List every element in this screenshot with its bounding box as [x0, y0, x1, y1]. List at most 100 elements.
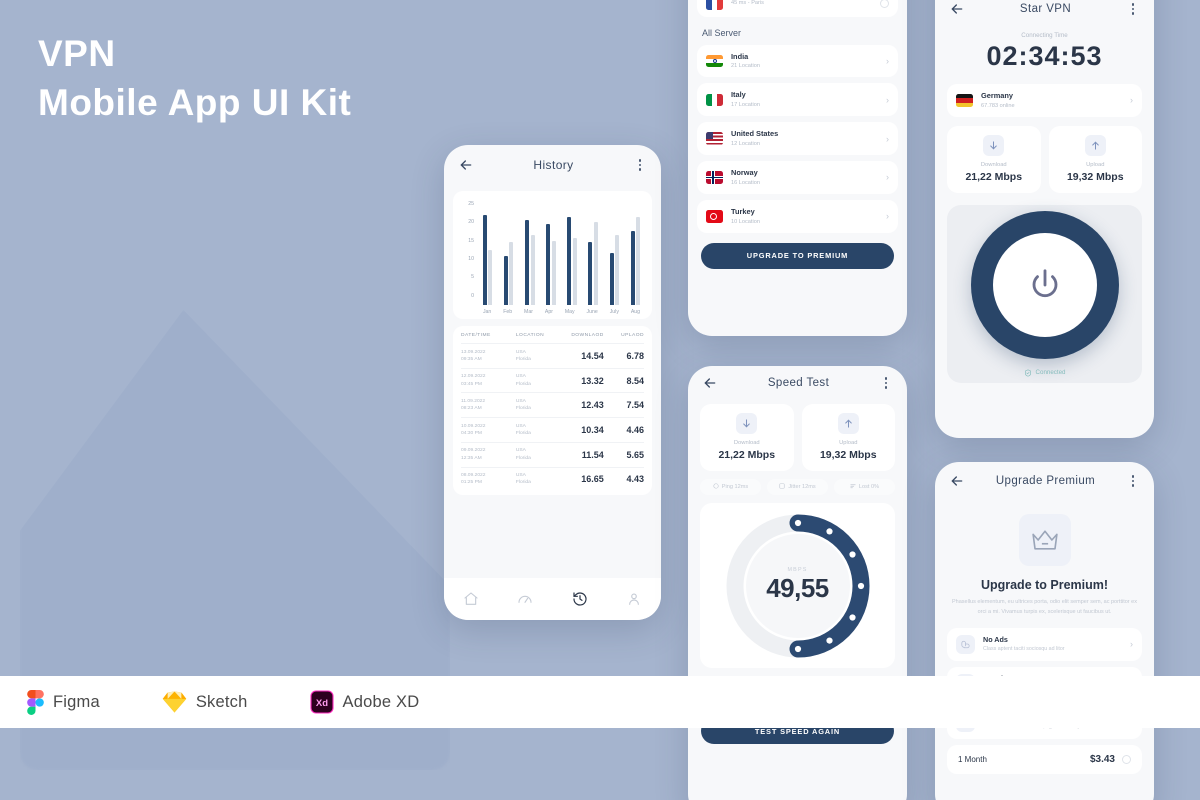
y-tick: 0: [471, 292, 474, 299]
more-options-icon[interactable]: [879, 377, 893, 389]
flag-united-states-icon: [706, 132, 723, 145]
row-upload: 4.46: [626, 425, 644, 436]
x-tick: May: [564, 309, 575, 315]
bar-upload: [551, 240, 556, 305]
row-country: USA: [515, 448, 526, 454]
server-radio[interactable]: [880, 0, 889, 8]
profile-icon[interactable]: [626, 591, 642, 607]
row-country: USA: [515, 473, 526, 479]
server-sub: 45 ms - Paris: [731, 0, 764, 7]
bar-group: [482, 214, 493, 305]
home-icon[interactable]: [463, 591, 479, 607]
bar-download: [525, 220, 530, 305]
row-city: Florida: [515, 381, 531, 387]
row-country: USA: [515, 349, 526, 355]
row-upload: 8.54: [626, 375, 644, 386]
row-time: 01:25 PM: [461, 480, 482, 486]
more-options-icon[interactable]: [1126, 475, 1140, 487]
server-row[interactable]: India 21 Location ›: [697, 44, 898, 78]
plan-card-1-month[interactable]: 1 Month $3.43: [947, 744, 1142, 774]
x-tick: Feb: [503, 309, 513, 315]
upgrade-to-premium-button[interactable]: UPGRADE TO PREMIUM: [701, 242, 894, 269]
table-row[interactable]: 09.09.2022 12:35 AM USA Florida 11.54 5.65: [461, 441, 644, 467]
power-button-inner: [992, 232, 1097, 337]
metric-pill: Lost 0%: [834, 479, 895, 495]
server-name: Turkey: [731, 206, 755, 216]
x-tick: July: [609, 309, 619, 315]
back-arrow-icon[interactable]: [949, 473, 965, 489]
y-tick: 10: [468, 256, 474, 263]
speed-icon[interactable]: [517, 591, 533, 607]
all-server-heading: All Server: [702, 27, 742, 38]
table-row[interactable]: 11.09.2022 08:23 AM USA Florida 12.43 7.54: [461, 392, 644, 417]
row-city: Florida: [515, 406, 531, 412]
th-upload: UPLAOD: [621, 333, 644, 338]
row-download: 16.65: [581, 474, 604, 485]
more-options-icon[interactable]: [1126, 3, 1140, 15]
more-options-icon[interactable]: [633, 159, 647, 171]
bar-download: [546, 224, 551, 305]
hero-title: VPN Mobile App UI Kit: [38, 30, 351, 128]
no-ads-icon: [956, 634, 975, 654]
row-city: Florida: [515, 356, 531, 362]
connected-title: Star VPN: [1019, 3, 1072, 15]
server-row[interactable]: United States 12 Location ›: [697, 122, 898, 156]
hero-line-2: Mobile App UI Kit: [38, 81, 352, 123]
premium-body-text: Phasellus elementum, eu ultrices porta, …: [952, 599, 1137, 615]
row-date: 12.09.2022: [461, 374, 486, 380]
bar-download: [630, 231, 635, 305]
row-upload: 5.65: [626, 449, 644, 460]
server-row[interactable]: Norway 16 Location ›: [697, 161, 898, 194]
back-arrow-icon[interactable]: [702, 375, 718, 391]
row-date: 08.09.2022: [461, 473, 486, 479]
plan-name: 1 Month: [958, 754, 987, 764]
bar-upload: [509, 242, 514, 305]
svg-text:Xd: Xd: [315, 698, 327, 709]
bar-upload: [530, 235, 535, 305]
server-row-recommended[interactable]: 45 ms - Paris: [697, 0, 898, 17]
row-upload: 4.43: [626, 474, 644, 485]
download-value: 21,22 Mbps: [718, 449, 776, 461]
server-name: India: [731, 51, 749, 61]
table-row[interactable]: 13.09.2022 09:35 AM USA Florida 14.54 6.78: [461, 343, 644, 368]
chart-x-axis: Jan Feb Mar Apr May June July Aug: [477, 305, 646, 315]
jitter-icon: [779, 483, 785, 491]
flag-india-icon: [706, 54, 723, 68]
connection-status-label: Connected: [1035, 369, 1066, 377]
vpn-power-button[interactable]: [970, 210, 1119, 359]
metric-pill: Jitter 12ms: [767, 479, 828, 495]
th-download: DOWNLAOD: [571, 333, 604, 338]
phone-premium-screen: Upgrade Premium Upgrade to Premium! Phas…: [935, 462, 1154, 800]
x-tick: Apr: [544, 309, 553, 315]
row-upload: 7.54: [626, 400, 644, 411]
upload-label: Upload: [1086, 161, 1105, 168]
server-locations: 16 Location: [731, 179, 760, 186]
table-row[interactable]: 08.09.2022 01:25 PM USA Florida 16.65 4.43: [461, 466, 644, 492]
bar-download: [609, 253, 614, 305]
upload-arrow-icon: [1084, 134, 1106, 156]
bar-upload: [488, 249, 493, 305]
plan-radio[interactable]: [1122, 754, 1131, 764]
bar-group: [630, 216, 641, 305]
lost-icon: [850, 483, 856, 491]
row-download: 11.54: [581, 449, 604, 460]
logo-label: Figma: [53, 692, 100, 711]
row-time: 09:35 AM: [461, 356, 482, 362]
server-row[interactable]: Turkey 10 Location ›: [697, 199, 898, 233]
back-arrow-icon[interactable]: [949, 1, 965, 17]
feature-row[interactable]: No Ads Class aptent taciti sociosqu ad li…: [947, 627, 1142, 661]
history-icon[interactable]: [572, 591, 588, 607]
row-time: 12:35 AM: [461, 455, 482, 461]
connected-server-row[interactable]: Germany 67.783 online ›: [947, 84, 1142, 117]
bar-group: [588, 222, 598, 305]
server-name: Italy: [731, 90, 746, 100]
crown-icon: [1018, 514, 1071, 566]
connecting-time-value: 02:34:53: [986, 41, 1103, 71]
back-arrow-icon[interactable]: [458, 157, 474, 173]
logo-item-sketch: Sketch: [162, 691, 248, 713]
table-row[interactable]: 12.09.2022 03:45 PM USA Florida 13.32 8.54: [461, 367, 644, 393]
metric-label: Jitter 12ms: [788, 484, 816, 490]
x-tick: June: [586, 309, 598, 315]
table-row[interactable]: 10.09.2022 04:30 PM USA Florida 10.34 4.46: [461, 417, 644, 442]
server-row[interactable]: Italy 17 Location ›: [697, 83, 898, 117]
